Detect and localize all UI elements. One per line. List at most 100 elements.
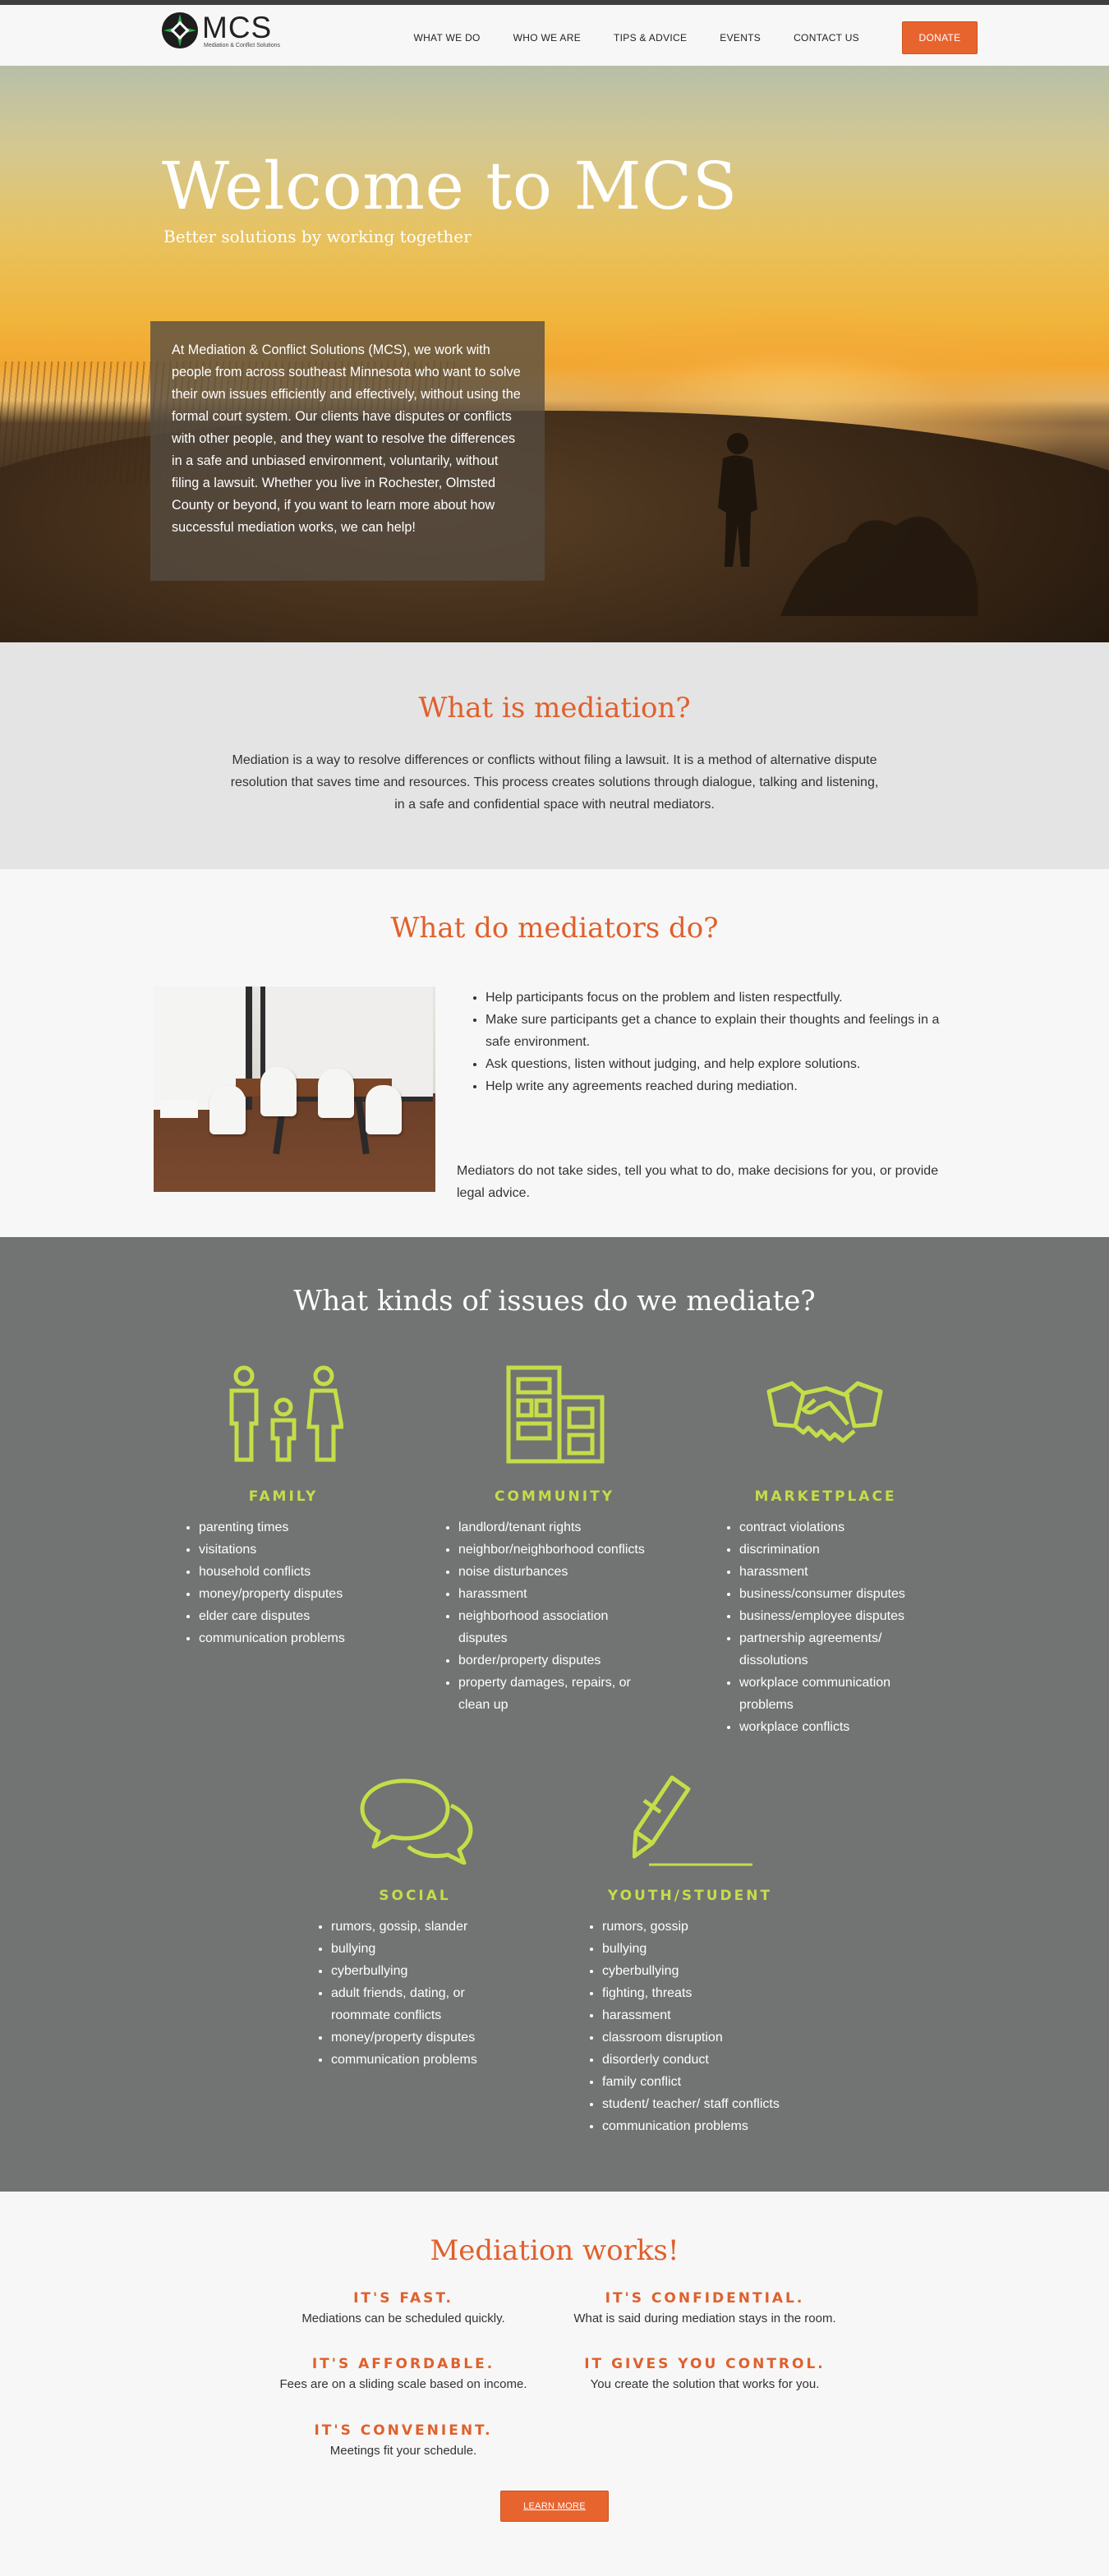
work-point-fast: IT'S FAST. Mediations can be scheduled q… [239,2290,568,2325]
room-chair [260,1067,297,1116]
hero-subtitle: Better solutions by working together [163,227,472,246]
nav-events[interactable]: EVENTS [720,32,761,44]
list-item: landlord/tenant rights [458,1516,680,1539]
room-radiator [160,1100,198,1118]
list-item: neighbor/neighborhood conflicts [458,1539,680,1561]
category-marketplace-list: contract violations discrimination haras… [723,1516,945,1738]
hero-section: Welcome to MCS Better solutions by worki… [0,66,1109,642]
family-icon [229,1365,343,1462]
list-item: business/employee disputes [739,1605,945,1627]
list-item: Ask questions, listen without judging, a… [485,1053,942,1075]
mediation-works-section: Mediation works! IT'S FAST. Mediations c… [0,2192,1109,2576]
list-item: neighborhood association disputes [458,1605,656,1649]
list-item: money/property disputes [331,2026,528,2049]
list-item: business/consumer disputes [739,1583,945,1605]
list-item: student/ teacher/ staff conflicts [602,2093,824,2115]
list-item: contract violations [739,1516,945,1539]
list-item: harassment [458,1583,680,1605]
shrub-silhouette-image [780,516,978,616]
category-youth-student-list: rumors, gossip bullying cyberbullying fi… [586,1916,824,2137]
list-item: workplace conflicts [739,1716,945,1738]
category-family-name: FAMILY [248,1488,319,1505]
list-item: bullying [331,1938,528,1960]
mediators-do-section: What do mediators do? Help participants … [0,869,1109,1237]
category-youth-student-name: YOUTH/STUDENT [607,1888,773,1904]
list-item: disorderly conduct [602,2049,824,2071]
nav-what-we-do[interactable]: WHAT WE DO [413,32,480,44]
list-item: family conflict [602,2071,824,2093]
what-is-mediation-section: What is mediation? Mediation is a way to… [0,642,1109,869]
list-item: fighting, threats [602,1982,824,2004]
nav-contact-us[interactable]: CONTACT US [794,32,859,44]
list-item: parenting times [199,1516,388,1539]
list-item: elder care disputes [199,1605,388,1627]
logo-title: MCS [202,10,273,44]
room-chair [209,1085,246,1134]
mediators-do-list: Help participants focus on the problem a… [458,987,942,1097]
list-item: property damages, repairs, or clean up [458,1672,656,1716]
list-item: partnership agreements/ dissolutions [739,1627,920,1672]
donate-button[interactable]: DONATE [902,21,978,54]
list-item: cyberbullying [331,1960,528,1982]
work-point-heading: IT'S FAST. [353,2290,453,2307]
logo[interactable]: MCS Mediation & Conflict Solutions [161,12,280,49]
learn-more-button[interactable]: LEARN MORE [500,2491,609,2522]
list-item: communication problems [331,2049,528,2071]
dining-room-photo [154,987,435,1192]
hero-intro-text: At Mediation & Conflict Solutions (MCS),… [172,343,521,535]
what-is-mediation-text: Mediation is a way to resolve difference… [230,753,879,812]
category-social-list: rumors, gossip, slander bullying cyberbu… [315,1916,528,2071]
list-item: noise disturbances [458,1561,680,1583]
list-item: Help participants focus on the problem a… [485,987,942,1009]
work-point-text: Mediations can be scheduled quickly. [301,2312,505,2325]
hero-title: Welcome to MCS [162,148,738,224]
list-item: cyberbullying [602,1960,824,1982]
category-social-name: SOCIAL [379,1888,451,1904]
issues-title: What kinds of issues do we mediate? [293,1285,816,1318]
work-point-text: Fees are on a sliding scale based on inc… [279,2377,527,2391]
list-item: border/property disputes [458,1649,680,1672]
mediation-works-title: Mediation works! [430,2234,679,2267]
list-item: classroom disruption [602,2026,824,2049]
nav-who-we-are[interactable]: WHO WE ARE [513,32,581,44]
room-chair [366,1085,402,1134]
work-point-heading: IT'S CONFIDENTIAL. [605,2290,805,2307]
work-point-control: IT GIVES YOU CONTROL. You create the sol… [541,2356,869,2391]
nav-tips-advice[interactable]: TIPS & ADVICE [614,32,687,44]
category-marketplace-name: MARKETPLACE [754,1488,897,1505]
list-item: harassment [739,1561,945,1583]
work-point-text: Meetings fit your schedule. [329,2444,477,2458]
list-item: visitations [199,1539,388,1561]
work-point-text: What is said during mediation stays in t… [573,2312,836,2325]
logo-subtitle: Mediation & Conflict Solutions [204,42,280,48]
category-family-list: parenting times visitations household co… [182,1516,388,1649]
list-item: adult friends, dating, or roommate confl… [331,1982,512,2026]
list-item: communication problems [199,1627,388,1649]
work-point-text: You create the solution that works for y… [590,2377,820,2391]
room-chair [318,1069,354,1118]
list-item: Make sure participants get a chance to e… [485,1009,942,1053]
mcs-logo-icon [162,12,198,48]
handshake-icon [766,1381,883,1443]
list-item: communication problems [602,2115,824,2137]
work-point-heading: IT GIVES YOU CONTROL. [584,2356,826,2372]
list-item: household conflicts [199,1561,388,1583]
list-item: rumors, gossip [602,1916,824,1938]
work-point-heading: IT'S CONVENIENT. [314,2422,493,2439]
list-item: harassment [602,2004,824,2026]
main-nav: WHAT WE DO WHO WE ARE TIPS & ADVICE EVEN… [380,21,978,54]
site-header: MCS Mediation & Conflict Solutions WHAT … [0,5,1109,66]
work-point-heading: IT'S AFFORDABLE. [311,2356,495,2372]
category-community-list: landlord/tenant rights neighbor/neighbor… [442,1516,680,1716]
list-item: discrimination [739,1539,945,1561]
mediators-do-title: What do mediators do? [390,912,719,945]
list-item: rumors, gossip, slander [331,1916,528,1938]
work-point-convenient: IT'S CONVENIENT. Meetings fit your sched… [239,2422,568,2458]
what-is-mediation-title: What is mediation? [418,692,691,724]
category-community-name: COMMUNITY [494,1488,615,1505]
work-point-confidential: IT'S CONFIDENTIAL. What is said during m… [541,2290,869,2325]
work-point-affordable: IT'S AFFORDABLE. Fees are on a sliding s… [239,2356,568,2391]
list-item: bullying [602,1938,824,1960]
pencil-icon [633,1775,752,1866]
list-item: workplace communication problems [739,1672,945,1716]
